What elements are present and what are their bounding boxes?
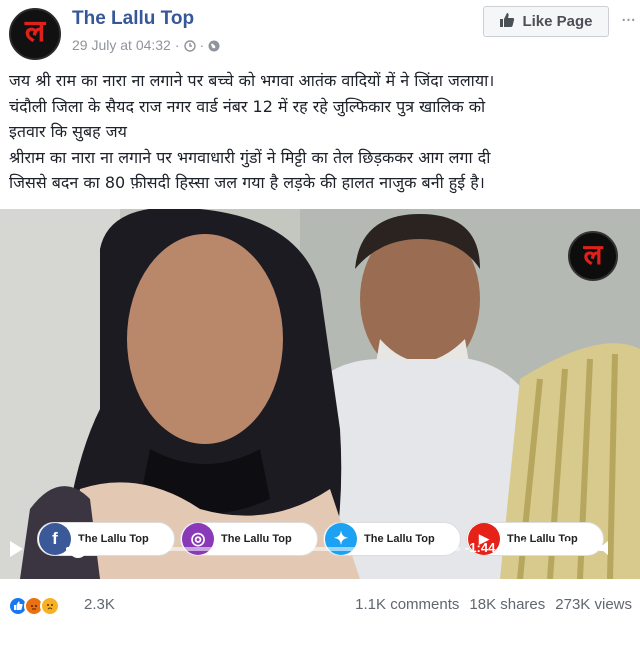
volume-icon[interactable] — [596, 538, 616, 558]
facebook-pill-label: The Lallu Top — [78, 533, 149, 545]
post-header: ल The Lallu Top 29 July at 04:32 · · Lik… — [0, 0, 640, 68]
post-text-line: जय श्री राम का नारा ना लगाने पर बच्चे को… — [9, 71, 495, 90]
post-meta: 29 July at 04:32 · · — [72, 37, 220, 53]
shares-count[interactable]: 18K shares — [469, 596, 545, 613]
meta-separator: · — [174, 37, 180, 53]
post-text-line: इतवार कि सुबह जय — [9, 122, 127, 141]
play-icon[interactable] — [10, 541, 23, 557]
post-stats: 1.1K comments 18K shares 273K views — [355, 596, 632, 613]
twitter-pill-label: The Lallu Top — [364, 533, 435, 545]
comments-count[interactable]: 1.1K comments — [355, 596, 459, 613]
clock-icon — [183, 39, 196, 52]
post-text: जय श्री राम का नारा ना लगाने पर बच्चे को… — [9, 68, 633, 196]
post-text-line: चंदौली जिला के सैयद राज नगर वार्ड नंबर 1… — [9, 96, 486, 116]
video-watermark-logo: ल — [568, 231, 618, 281]
reaction-icons[interactable] — [8, 596, 60, 616]
instagram-pill-label: The Lallu Top — [221, 533, 292, 545]
video-progress-track[interactable] — [66, 547, 460, 551]
watermark-glyph: ल — [583, 238, 603, 271]
fullscreen-icon[interactable] — [554, 538, 574, 558]
sad-reaction-icon — [40, 596, 60, 616]
globe-icon[interactable] — [208, 39, 220, 52]
post-text-line: श्रीराम का नारा ना लगाने पर भगवाधारी गुं… — [9, 147, 491, 167]
like-page-label: Like Page — [522, 13, 593, 30]
reaction-count[interactable]: 2.3K — [84, 596, 115, 613]
meta-separator-2: · — [199, 37, 205, 53]
time-remaining: -1:44 — [465, 540, 496, 555]
page-avatar[interactable]: ल — [9, 8, 61, 60]
thumbs-up-icon — [499, 12, 515, 32]
page-name-link[interactable]: The Lallu Top — [72, 8, 194, 30]
post-text-line: जिससे बदन का 80 फ़ीसदी हिस्सा जल गया है … — [9, 173, 485, 192]
avatar-logo-glyph: ल — [24, 14, 46, 49]
more-options-icon[interactable]: ··· — [618, 10, 638, 31]
settings-gear-icon[interactable]: ✱ — [513, 538, 533, 558]
like-page-button[interactable]: Like Page — [483, 6, 609, 37]
post-timestamp[interactable]: 29 July at 04:32 — [72, 37, 171, 53]
views-count: 273K views — [555, 596, 632, 613]
video-progress-handle[interactable] — [68, 540, 87, 558]
